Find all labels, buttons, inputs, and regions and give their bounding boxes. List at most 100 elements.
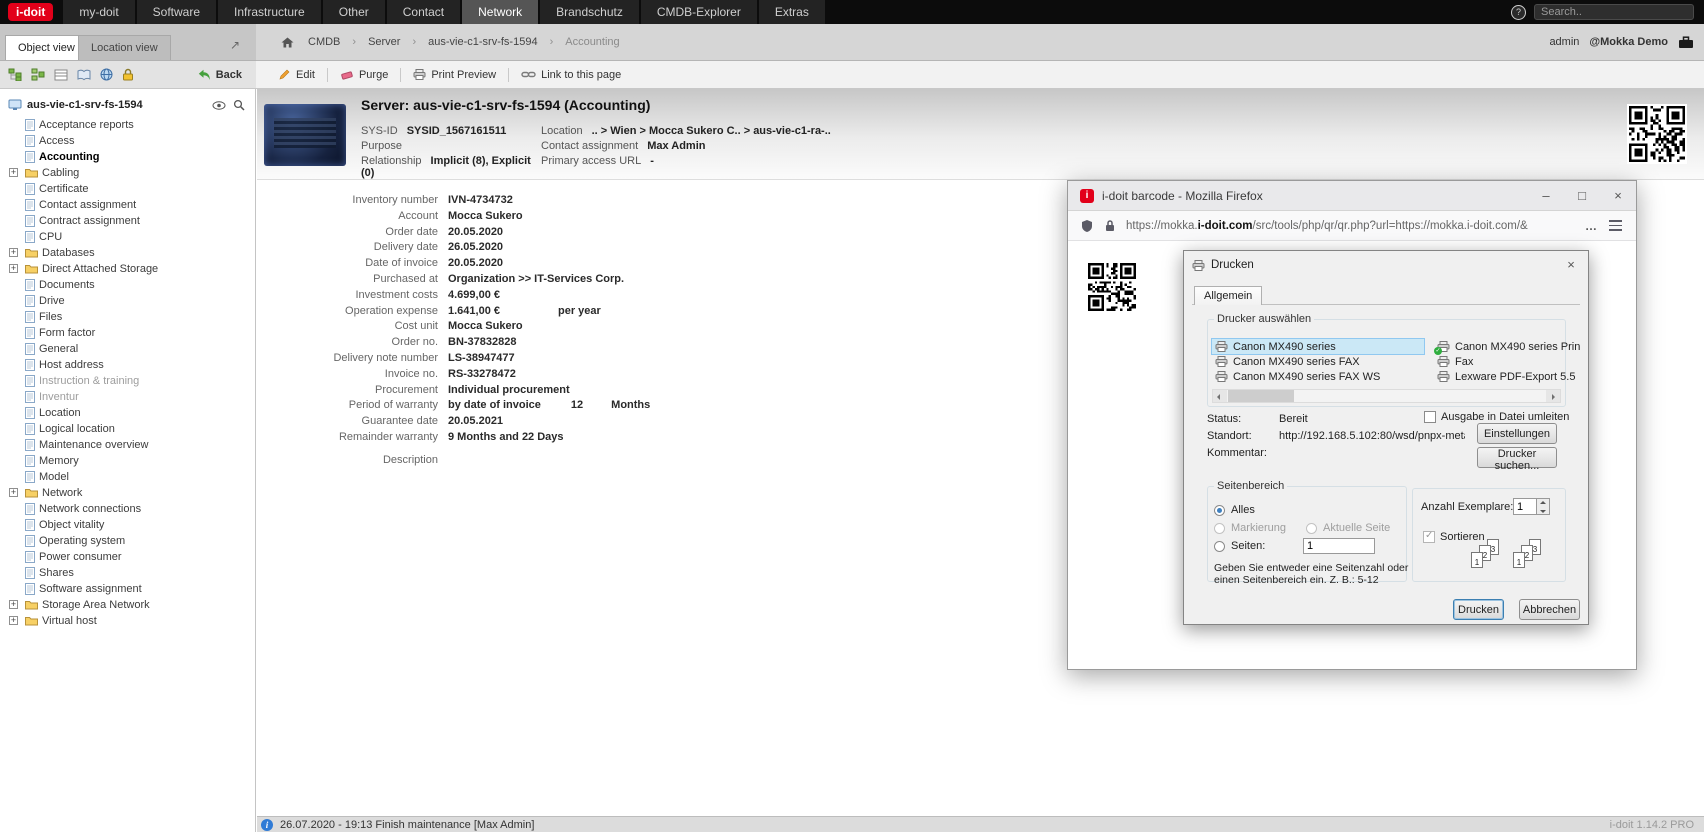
expand-icon[interactable]	[9, 168, 18, 177]
scrollbar-thumb[interactable]	[1228, 390, 1294, 402]
horizontal-scrollbar[interactable]	[1212, 389, 1561, 403]
shield-icon[interactable]	[1080, 219, 1094, 233]
sidebar-item[interactable]: Software assignment	[0, 581, 255, 597]
breadcrumb-item[interactable]: Accounting	[538, 36, 620, 48]
top-menu-item[interactable]: Other	[323, 0, 385, 24]
back-button[interactable]: Back	[198, 69, 242, 81]
sidebar-item[interactable]: Host address	[0, 357, 255, 373]
sidebar-item[interactable]: Maintenance overview	[0, 437, 255, 453]
sidebar-item[interactable]: Model	[0, 469, 255, 485]
menu-icon[interactable]	[1607, 216, 1624, 234]
top-menu-item[interactable]: Extras	[759, 0, 825, 24]
radio-all-pages[interactable]: Alles	[1214, 504, 1255, 516]
tree-view-icon[interactable]	[8, 68, 22, 81]
sidebar-item[interactable]: Virtual host	[0, 613, 255, 629]
top-menu-item[interactable]: my-doit	[63, 0, 134, 24]
copies-input[interactable]	[1513, 498, 1537, 515]
sidebar-item[interactable]: Power consumer	[0, 549, 255, 565]
lock-icon[interactable]	[122, 68, 134, 81]
sidebar-item[interactable]: Accounting	[0, 149, 255, 165]
breadcrumb-item[interactable]: CMDB	[308, 36, 340, 48]
sidebar-item[interactable]: Storage Area Network	[0, 597, 255, 613]
maximize-button[interactable]: □	[1564, 181, 1600, 210]
breadcrumb-item[interactable]: Server	[340, 36, 400, 48]
settings-button[interactable]: Einstellungen	[1477, 423, 1557, 444]
sidebar-item[interactable]: Drive	[0, 293, 255, 309]
sidebar-item[interactable]: Memory	[0, 453, 255, 469]
sidebar-item[interactable]: Object vitality	[0, 517, 255, 533]
top-menu-item[interactable]: CMDB-Explorer	[641, 0, 757, 24]
spin-up-arrow[interactable]	[1537, 499, 1549, 507]
sidebar-item[interactable]: Acceptance reports	[0, 117, 255, 133]
tab-object-view[interactable]: Object view	[5, 35, 88, 60]
sidebar-item[interactable]: Network connections	[0, 501, 255, 517]
popout-icon[interactable]: ↗	[230, 38, 240, 52]
sidebar-item[interactable]: Logical location	[0, 421, 255, 437]
help-icon[interactable]: ?	[1511, 5, 1526, 20]
more-button[interactable]: …	[1585, 219, 1597, 233]
sidebar-item[interactable]: Direct Attached Storage	[0, 261, 255, 277]
edit-button[interactable]: Edit	[278, 68, 315, 81]
scroll-right-arrow[interactable]	[1546, 390, 1560, 402]
sidebar-item[interactable]: Access	[0, 133, 255, 149]
magnifier-icon[interactable]	[233, 99, 245, 111]
dialog-titlebar[interactable]: Drucken ×	[1184, 251, 1588, 279]
expand-icon[interactable]	[9, 488, 18, 497]
sidebar-item[interactable]: Documents	[0, 277, 255, 293]
radio-selection[interactable]: Markierung	[1214, 522, 1286, 534]
top-menu-item[interactable]: Software	[137, 0, 216, 24]
sidebar-item[interactable]: CPU	[0, 229, 255, 245]
radio-pages[interactable]: Seiten:	[1214, 540, 1265, 552]
printer-item[interactable]: Canon MX490 series	[1212, 339, 1424, 354]
printer-item[interactable]: Canon MX490 series FAX WS	[1212, 369, 1424, 384]
minimize-button[interactable]: –	[1528, 181, 1564, 210]
top-menu-item[interactable]: Contact	[387, 0, 460, 24]
find-printer-button[interactable]: Drucker suchen...	[1477, 447, 1557, 468]
radio-current-page[interactable]: Aktuelle Seite	[1306, 522, 1390, 534]
list-view-icon[interactable]	[54, 69, 68, 81]
printer-item[interactable]: Lexware PDF-Export 5.5	[1434, 369, 1583, 384]
sidebar-item[interactable]: Cabling	[0, 165, 255, 181]
dialog-close-button[interactable]: ×	[1562, 256, 1580, 274]
expand-icon[interactable]	[9, 600, 18, 609]
breadcrumb-item[interactable]: aus-vie-c1-srv-fs-1594	[400, 36, 537, 48]
tree-root[interactable]: aus-vie-c1-srv-fs-1594	[0, 89, 255, 117]
expand-icon[interactable]	[9, 616, 18, 625]
sidebar-item[interactable]: Certificate	[0, 181, 255, 197]
window-titlebar[interactable]: i i-doit barcode - Mozilla Firefox – □ ×	[1068, 181, 1636, 211]
top-menu-item[interactable]: Infrastructure	[218, 0, 321, 24]
sidebar-item[interactable]: Contact assignment	[0, 197, 255, 213]
url-bar[interactable]: https://mokka.i-doit.com/src/tools/php/q…	[1126, 220, 1575, 232]
sidebar-item[interactable]: Network	[0, 485, 255, 501]
link-button[interactable]: Link to this page	[521, 69, 621, 81]
cancel-button[interactable]: Abbrechen	[1519, 599, 1580, 620]
search-input[interactable]	[1534, 4, 1694, 20]
sidebar-item[interactable]: Databases	[0, 245, 255, 261]
expand-tree-icon[interactable]	[31, 68, 45, 81]
eye-icon[interactable]	[212, 101, 226, 110]
lock-icon[interactable]	[1104, 219, 1116, 232]
top-menu-item[interactable]: Brandschutz	[540, 0, 639, 24]
sidebar-item[interactable]: Instruction & training	[0, 373, 255, 389]
print-to-file-checkbox[interactable]: Ausgabe in Datei umleiten	[1424, 411, 1569, 423]
sidebar-item[interactable]: Form factor	[0, 325, 255, 341]
sidebar-item[interactable]: Location	[0, 405, 255, 421]
sidebar-item[interactable]: Contract assignment	[0, 213, 255, 229]
expand-icon[interactable]	[9, 248, 18, 257]
scroll-left-arrow[interactable]	[1213, 390, 1227, 402]
print-preview-button[interactable]: Print Preview	[413, 69, 496, 81]
close-button[interactable]: ×	[1600, 181, 1636, 210]
print-button[interactable]: Drucken	[1453, 599, 1504, 620]
sidebar-item[interactable]: Operating system	[0, 533, 255, 549]
sidebar-item[interactable]: Shares	[0, 565, 255, 581]
purge-button[interactable]: Purge	[340, 69, 388, 81]
tab-location-view[interactable]: Location view	[78, 35, 171, 60]
sidebar-item[interactable]: Inventur	[0, 389, 255, 405]
printer-item[interactable]: Fax	[1434, 354, 1583, 369]
printer-item[interactable]: Canon MX490 series Prin	[1434, 339, 1583, 354]
printer-item[interactable]: Canon MX490 series FAX	[1212, 354, 1424, 369]
home-icon[interactable]	[281, 37, 294, 48]
tab-allgemein[interactable]: Allgemein	[1194, 286, 1262, 305]
sidebar-item[interactable]: Files	[0, 309, 255, 325]
top-menu-item[interactable]: Network	[462, 0, 538, 24]
